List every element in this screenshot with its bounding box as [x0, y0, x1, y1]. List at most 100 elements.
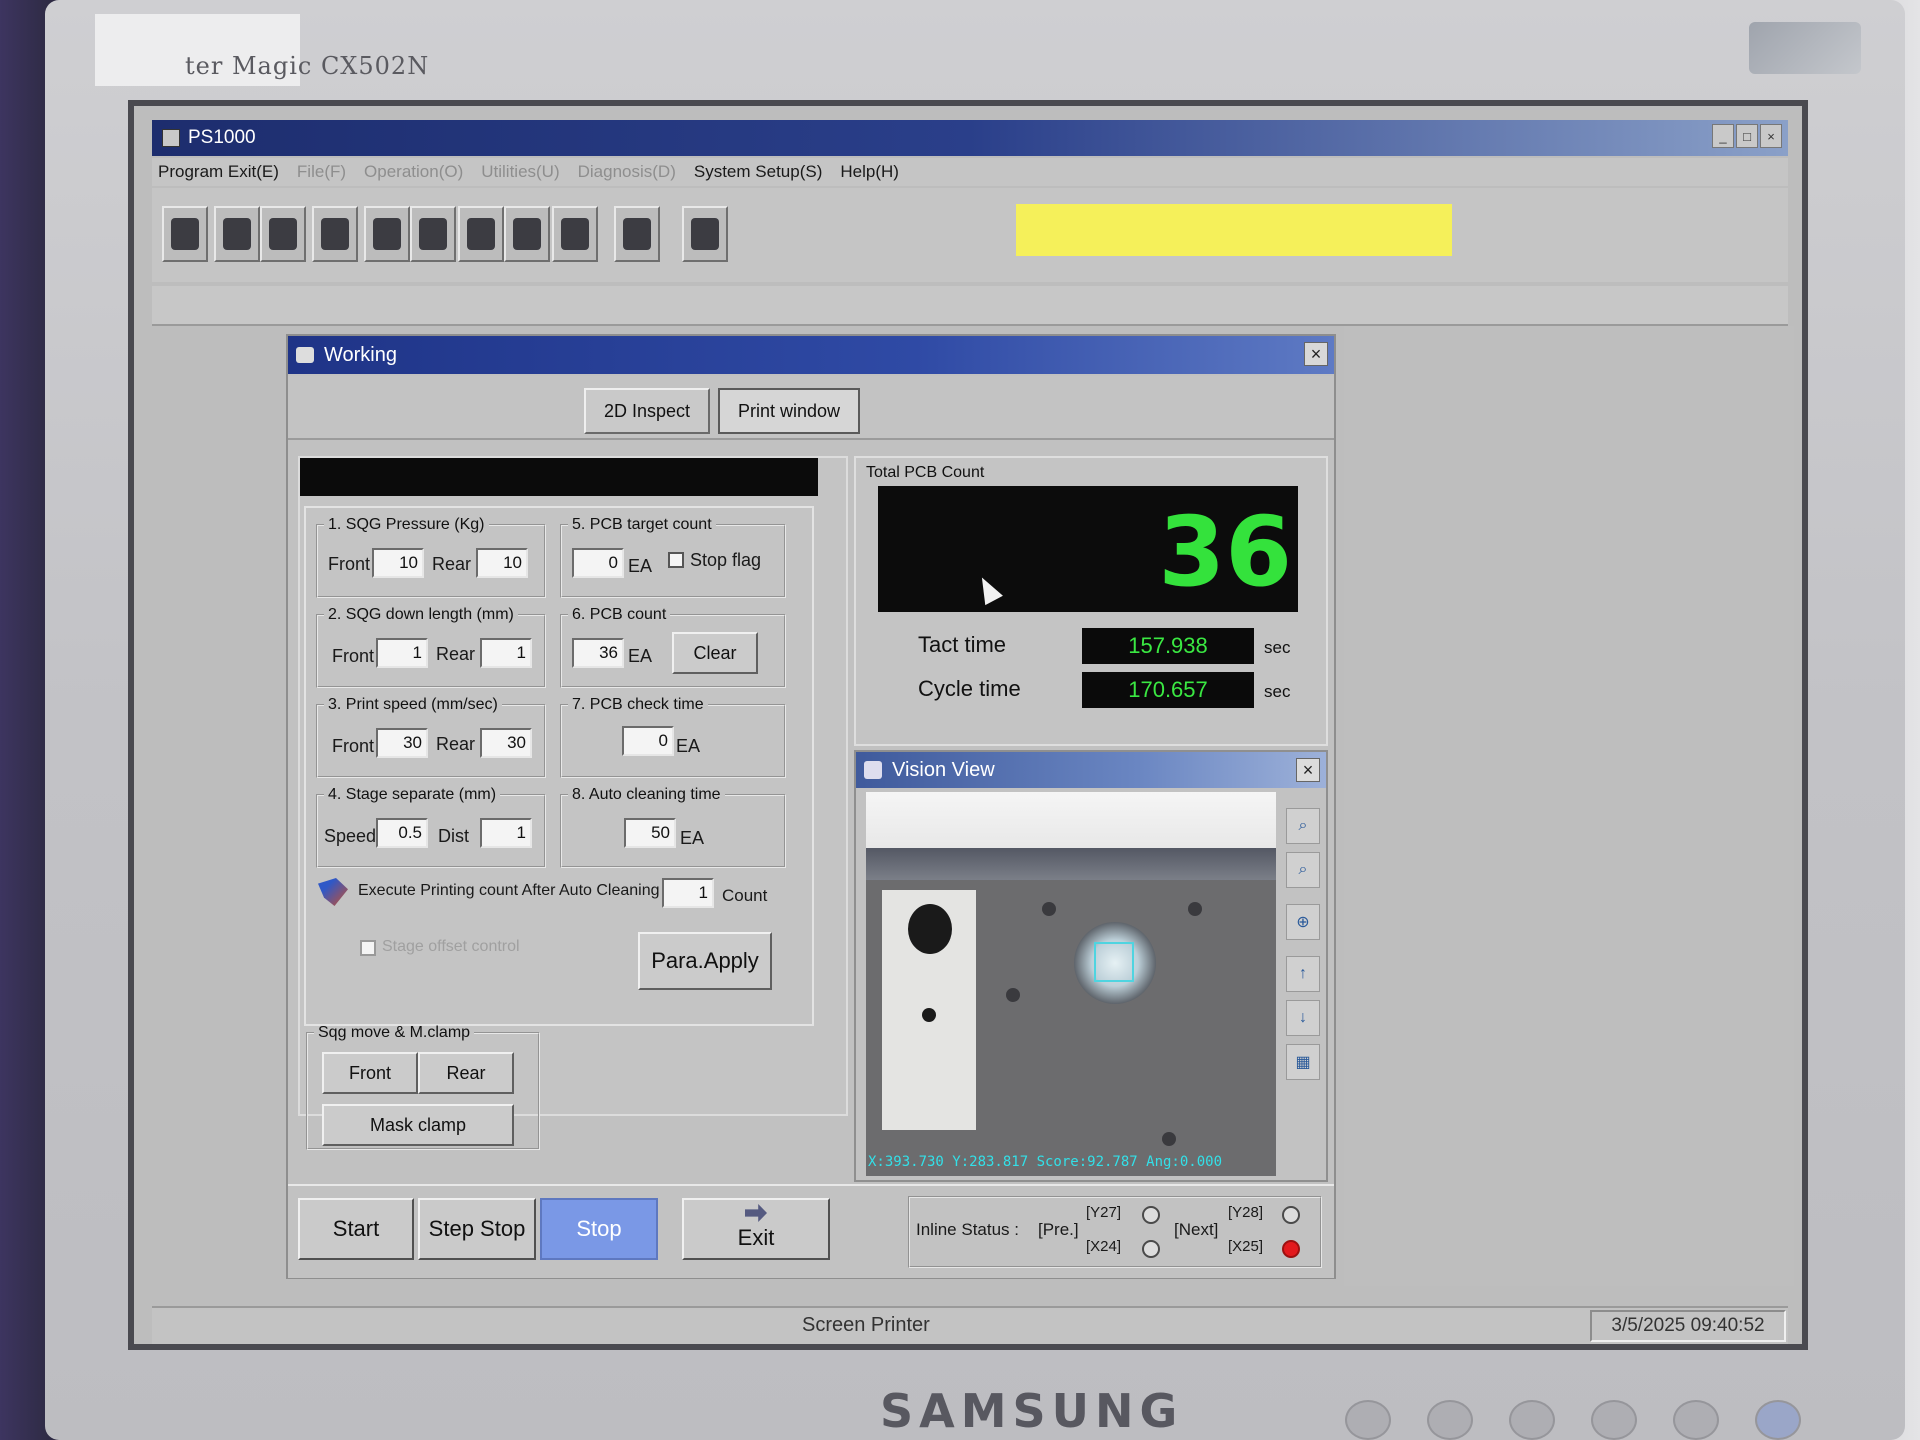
toolbar-strip [152, 286, 1788, 326]
camera-band [866, 848, 1276, 880]
app-title: PS1000 [188, 127, 256, 148]
pcb-check-input[interactable]: 0 [622, 726, 674, 756]
menu-utilities[interactable]: Utilities(U) [481, 162, 559, 182]
zoom-x1-icon[interactable]: ⌕ [1286, 852, 1320, 888]
hand-tool-icon[interactable] [504, 206, 550, 262]
zoom-x2-icon[interactable]: ⌕ [1286, 808, 1320, 844]
maximize-icon[interactable]: □ [1736, 124, 1758, 148]
status-app-name: Screen Printer [802, 1314, 930, 1336]
pcb-count-input[interactable]: 36 [572, 638, 624, 668]
camera-hole [1188, 902, 1202, 916]
signal-x25: [X25] [1228, 1238, 1264, 1255]
cog-tool-icon[interactable] [614, 206, 660, 262]
menu-hw-button[interactable] [1345, 1400, 1391, 1440]
camera-image: X:393.730 Y:283.817 Score:92.787 Ang:0.0… [866, 792, 1276, 1176]
led-y28 [1282, 1206, 1300, 1224]
sqg-front-button[interactable]: Front [322, 1052, 418, 1094]
tact-time-label: Tact time [918, 632, 1007, 657]
unit-ea: EA [628, 556, 653, 576]
mouse-cursor-icon [973, 572, 1003, 606]
vision-titlebar: Vision View [856, 752, 1326, 788]
stage-offset-checkbox[interactable] [360, 940, 376, 956]
working-titlebar: Working [288, 336, 1334, 374]
gear-tool-icon[interactable] [162, 206, 208, 262]
execute-count-input[interactable]: 1 [662, 878, 714, 908]
print-speed-rear-input[interactable]: 30 [480, 728, 532, 758]
sqg-down-front-input[interactable]: 1 [376, 638, 428, 668]
tab-print-window[interactable]: Print window [718, 388, 861, 434]
print-speed-front-input[interactable]: 30 [376, 728, 428, 758]
total-pcb-count-label: Total PCB Count [866, 464, 985, 481]
center-target-icon[interactable]: ⊕ [1286, 904, 1320, 940]
align-down-icon[interactable]: ↓ [1286, 1000, 1320, 1036]
menu-system-setup[interactable]: System Setup(S) [694, 162, 823, 182]
stage-dist-input[interactable]: 1 [480, 818, 532, 848]
legend-pcb-count: 6. PCB count [572, 606, 667, 623]
cycle-time-unit: sec [1264, 682, 1291, 701]
exit-arrow-icon [745, 1204, 767, 1222]
enter-hw-button[interactable] [1591, 1400, 1637, 1440]
tab-bar: 2D Inspect Print window [288, 376, 1334, 440]
menu-operation[interactable]: Operation(O) [364, 162, 463, 182]
exit-label: Exit [737, 1225, 775, 1250]
label-front: Front [332, 646, 375, 666]
auto-cleaning-input[interactable]: 50 [624, 818, 676, 848]
color-palette-icon[interactable]: ▦ [1286, 1044, 1320, 1080]
align-up-icon[interactable]: ↑ [1286, 956, 1320, 992]
execute-bird-icon [318, 878, 348, 906]
power-hw-button[interactable] [1755, 1400, 1801, 1440]
legend-sqg-move: Sqg move & M.clamp [318, 1024, 471, 1041]
brightness-hw-button[interactable] [1427, 1400, 1473, 1440]
camera-hole [1162, 1132, 1176, 1146]
mask-clamp-button[interactable]: Mask clamp [322, 1104, 514, 1146]
tab-2d-inspect[interactable]: 2D Inspect [584, 388, 711, 434]
stage-speed-input[interactable]: 0.5 [376, 818, 428, 848]
sqg-rear-button[interactable]: Rear [418, 1052, 514, 1094]
minimize-icon[interactable]: _ [1712, 124, 1734, 148]
cycle-time-row: Cycle time 170.657 sec [878, 670, 1318, 710]
start-button[interactable]: Start [298, 1198, 414, 1260]
clear-button[interactable]: Clear [672, 632, 758, 674]
message-bar [300, 458, 818, 496]
camera-tool-icon[interactable] [682, 206, 728, 262]
sqg-pressure-front-input[interactable]: 10 [372, 548, 424, 578]
vision-close-icon[interactable]: × [1296, 758, 1320, 782]
ac-hw-button[interactable] [1509, 1400, 1555, 1440]
workspace-area [1344, 326, 1794, 1286]
book-tool-icon[interactable] [260, 206, 306, 262]
pcb-target-input[interactable]: 0 [572, 548, 624, 578]
sqg-down-rear-input[interactable]: 1 [480, 638, 532, 668]
document-tool-icon[interactable] [214, 206, 260, 262]
auto-hw-button[interactable] [1673, 1400, 1719, 1440]
stop-button[interactable]: Stop [540, 1198, 658, 1260]
sqg-pressure-rear-input[interactable]: 10 [476, 548, 528, 578]
menubar: Program Exit(E) File(F) Operation(O) Uti… [152, 158, 1788, 186]
pcb-count-panel: Total PCB Count 36 Tact time 157.938 sec… [854, 456, 1328, 746]
menu-diagnosis[interactable]: Diagnosis(D) [578, 162, 676, 182]
label-dist: Dist [438, 826, 469, 846]
stop-flag-checkbox[interactable] [668, 552, 684, 568]
status-highlight-bar [1016, 204, 1452, 256]
screen: PS1000 _ □ × Program Exit(E) File(F) Ope… [128, 100, 1808, 1350]
total-pcb-count: 36 [1158, 496, 1292, 608]
inline-pre-label: [Pre.] [1038, 1220, 1079, 1239]
legend-pcb-check: 7. PCB check time [572, 696, 704, 713]
disk-tool-icon[interactable] [312, 206, 358, 262]
menu-program-exit[interactable]: Program Exit(E) [158, 162, 279, 182]
monitor-brand: SAMSUNG [880, 1384, 1184, 1438]
para-apply-button[interactable]: Para.Apply [638, 932, 772, 990]
label-rear: Rear [432, 554, 472, 574]
working-close-icon[interactable]: × [1304, 342, 1328, 366]
tact-time-unit: sec [1264, 638, 1291, 657]
squeegee-tool-icon[interactable] [410, 206, 456, 262]
vision-readout: X:393.730 Y:283.817 Score:92.787 Ang:0.0… [868, 1154, 1223, 1170]
magnifier-tool-icon[interactable] [552, 206, 598, 262]
menu-file[interactable]: File(F) [297, 162, 346, 182]
step-stop-button[interactable]: Step Stop [418, 1198, 536, 1260]
close-icon[interactable]: × [1760, 124, 1782, 148]
exit-button[interactable]: Exit [682, 1198, 830, 1260]
menu-help[interactable]: Help(H) [840, 162, 899, 182]
panel-tool-icon[interactable] [458, 206, 504, 262]
vision-icon [864, 761, 882, 779]
monitor-tool-icon[interactable] [364, 206, 410, 262]
